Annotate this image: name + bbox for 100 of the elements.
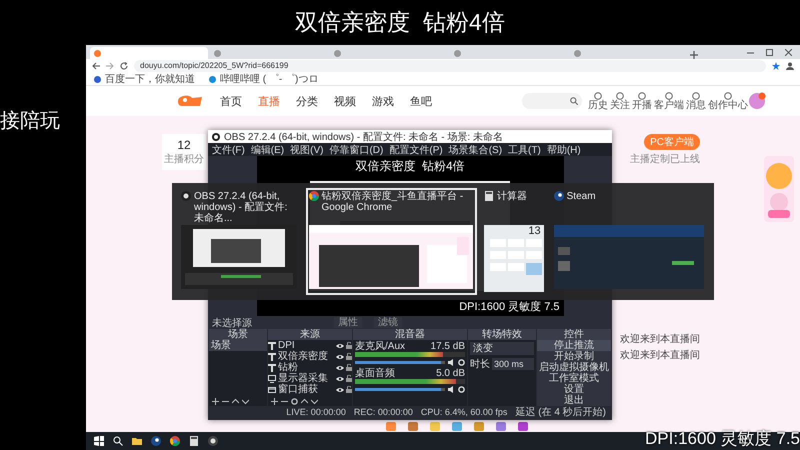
profile-icon[interactable] bbox=[786, 62, 794, 70]
control-button[interactable]: 开始录制 bbox=[537, 351, 611, 362]
lock-icon[interactable] bbox=[346, 353, 352, 360]
maximize-icon[interactable] bbox=[766, 48, 773, 56]
favicon-icon bbox=[94, 50, 101, 56]
eye-icon[interactable] bbox=[336, 386, 344, 392]
nav-link[interactable]: 首页 bbox=[220, 94, 242, 108]
control-button[interactable]: 退出 bbox=[537, 395, 611, 406]
source-item[interactable]: DPI bbox=[278, 340, 334, 351]
control-button[interactable]: 启动虚拟摄像机 bbox=[537, 362, 611, 373]
new-tab-icon[interactable] bbox=[690, 51, 698, 59]
menu-item[interactable]: 编辑(E) bbox=[250, 142, 284, 156]
shortcut-icon bbox=[665, 92, 673, 100]
switcher-item[interactable]: 钻粉双倍亲密度_斗鱼直播平台 - Google Chrome bbox=[306, 188, 477, 295]
toolbar-button[interactable]: 属性 bbox=[334, 317, 362, 328]
toolbar-button[interactable]: 滤镜 bbox=[374, 317, 402, 328]
settings-icon[interactable] bbox=[458, 359, 465, 366]
reload-icon[interactable] bbox=[120, 62, 128, 70]
gift-icon[interactable] bbox=[408, 421, 418, 431]
search-icon[interactable] bbox=[113, 436, 123, 446]
lock-icon[interactable] bbox=[346, 375, 352, 382]
shortcut-link[interactable]: 历史 bbox=[588, 92, 608, 110]
speaker-icon[interactable] bbox=[448, 359, 455, 366]
switcher-item[interactable]: Steam bbox=[550, 188, 708, 295]
source-item[interactable]: 窗口捕获 bbox=[278, 384, 334, 395]
control-button[interactable]: 工作室模式 bbox=[537, 373, 611, 384]
shortcut-link[interactable]: 消息 bbox=[686, 92, 706, 110]
live-status: LIVE: 00:00:00 bbox=[286, 406, 346, 416]
windows-icon[interactable] bbox=[94, 436, 104, 446]
switcher-item[interactable]: OBS 27.2.4 (64-bit, windows) - 配置文件: 未命名... bbox=[178, 188, 302, 295]
star-icon[interactable] bbox=[772, 62, 780, 70]
up-icon[interactable] bbox=[301, 398, 308, 404]
down-icon[interactable] bbox=[242, 398, 249, 404]
transition-select[interactable]: 淡变 bbox=[470, 342, 534, 355]
bookmark-link[interactable]: 哔哩哔哩 ( ゜- ゜)つロ bbox=[220, 72, 318, 86]
back-icon[interactable] bbox=[92, 62, 100, 70]
duration-field[interactable]: 300 ms bbox=[492, 358, 534, 370]
settings-icon[interactable] bbox=[291, 398, 298, 404]
menu-item[interactable]: 视图(V) bbox=[290, 142, 324, 156]
folder-icon[interactable] bbox=[132, 436, 142, 446]
gift-icon[interactable] bbox=[518, 421, 528, 431]
control-button[interactable]: 设置 bbox=[537, 384, 611, 395]
favicon-icon bbox=[574, 50, 581, 56]
eye-icon[interactable] bbox=[336, 364, 344, 370]
volume-slider[interactable] bbox=[355, 361, 445, 364]
menu-item[interactable]: 配置文件(P) bbox=[389, 142, 443, 156]
eye-icon[interactable] bbox=[336, 376, 344, 382]
cpu-status: CPU: 6.4%, 60.00 fps bbox=[420, 406, 508, 416]
avatar-icon[interactable] bbox=[748, 92, 766, 110]
nav-link[interactable]: 鱼吧 bbox=[410, 94, 432, 108]
source-item[interactable]: 双倍亲密度 bbox=[278, 351, 334, 362]
keypad-drawing bbox=[488, 237, 544, 277]
nav-link[interactable]: 游戏 bbox=[372, 94, 394, 108]
up-icon[interactable] bbox=[232, 398, 239, 404]
favicon-icon bbox=[334, 50, 341, 56]
menu-item[interactable]: 停靠窗口(D) bbox=[329, 142, 384, 156]
add-icon[interactable] bbox=[212, 398, 219, 404]
steam-icon[interactable] bbox=[151, 436, 161, 446]
speaker-icon[interactable] bbox=[448, 386, 455, 393]
lock-icon[interactable] bbox=[346, 386, 352, 393]
menu-item[interactable]: 工具(T) bbox=[508, 142, 541, 156]
bookmark-link[interactable]: 百度一下，你就知道 bbox=[105, 72, 195, 86]
shortcut-link[interactable]: 开播 bbox=[632, 92, 652, 110]
scene-item[interactable]: 场景 bbox=[209, 340, 267, 351]
lock-icon[interactable] bbox=[346, 364, 352, 371]
switcher-item[interactable]: 计算器 13 bbox=[480, 188, 547, 295]
calculator-icon[interactable] bbox=[189, 436, 199, 446]
obs-icon[interactable] bbox=[208, 436, 218, 446]
close-icon[interactable] bbox=[785, 48, 792, 56]
gift-icon[interactable] bbox=[496, 421, 506, 431]
eye-icon[interactable] bbox=[336, 354, 344, 360]
shortcut-link[interactable]: 创作中心 bbox=[708, 92, 748, 110]
calculator-display: 13 bbox=[528, 225, 542, 237]
favicon-icon bbox=[214, 50, 221, 56]
source-item[interactable]: 钻粉 bbox=[278, 362, 334, 373]
menu-item[interactable]: 场景集合(S) bbox=[448, 142, 502, 156]
nav-link[interactable]: 视频 bbox=[334, 94, 356, 108]
address-field[interactable]: douyu.com/topic/202205_5W?rid=666199 bbox=[134, 60, 766, 72]
shortcut-icon bbox=[692, 92, 700, 100]
toolbar-label: 未选择源 bbox=[212, 316, 253, 328]
shortcut-link[interactable]: 关注 bbox=[610, 92, 630, 110]
volume-slider[interactable] bbox=[355, 388, 445, 391]
nav-link[interactable]: 分类 bbox=[296, 94, 318, 108]
shortcut-icon bbox=[724, 92, 732, 100]
menu-item[interactable]: 帮助(H) bbox=[546, 142, 581, 156]
lock-icon[interactable] bbox=[346, 342, 352, 349]
search-field[interactable] bbox=[522, 93, 582, 109]
site-logo[interactable] bbox=[176, 93, 204, 109]
dock-header: 来源 bbox=[268, 329, 352, 340]
menu-item[interactable]: 文件(F) bbox=[212, 142, 245, 156]
points-value: 12 bbox=[177, 138, 191, 152]
add-icon[interactable] bbox=[271, 398, 278, 404]
source-item[interactable]: 显示器采集 bbox=[278, 373, 334, 384]
chrome-icon[interactable] bbox=[170, 436, 180, 446]
settings-icon[interactable] bbox=[458, 386, 465, 393]
window-title: OBS 27.2.4 (64-bit, windows) - 配置文件: 未命名 - 场景: 未命名 bbox=[224, 130, 504, 144]
eye-icon[interactable] bbox=[336, 342, 344, 348]
down-icon[interactable] bbox=[311, 398, 318, 404]
control-button[interactable]: 停止推流 bbox=[537, 340, 611, 351]
shortcut-link[interactable]: 客户端 bbox=[654, 92, 684, 110]
